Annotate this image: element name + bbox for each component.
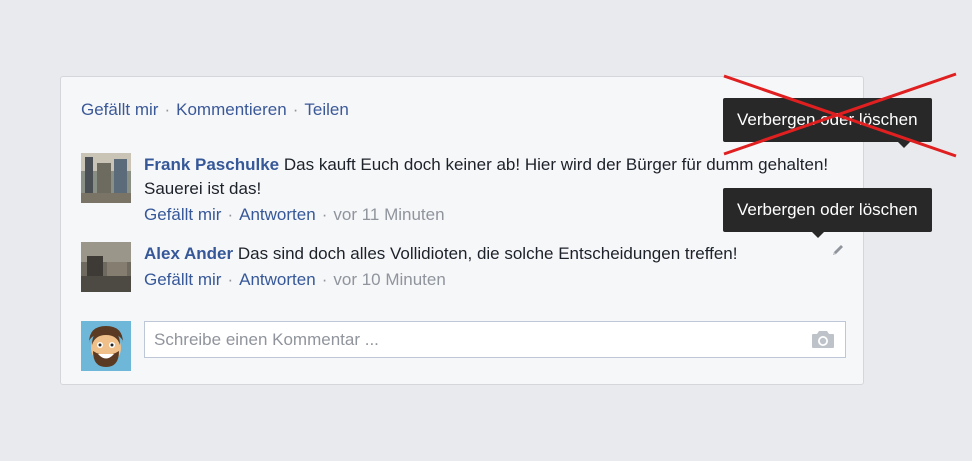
comment-text: Alex Ander Das sind doch alles Vollidiot… [144, 242, 829, 266]
comment-post-link[interactable]: Kommentieren [176, 100, 287, 119]
comment-author[interactable]: Alex Ander [144, 244, 233, 263]
comment-input[interactable] [154, 322, 794, 357]
comment-body: Das sind doch alles Vollidioten, die sol… [237, 244, 738, 263]
comment-meta: Gefällt mir · Antworten · vor 10 Minuten [144, 270, 446, 290]
tooltip-arrow [811, 232, 824, 238]
post-actions: Gefällt mir · Kommentieren · Teilen [81, 100, 349, 120]
separator: · [321, 270, 328, 289]
comment-author[interactable]: Frank Paschulke [144, 155, 279, 174]
avatar[interactable] [81, 242, 131, 292]
reply-link[interactable]: Antworten [239, 205, 316, 224]
comment-timestamp: vor 11 Minuten [333, 205, 445, 224]
like-post-link[interactable]: Gefällt mir [81, 100, 158, 119]
camera-icon[interactable] [811, 329, 835, 349]
comment-timestamp: vor 10 Minuten [333, 270, 446, 289]
tooltip-text: Verbergen oder löschen [737, 200, 918, 219]
reply-link[interactable]: Antworten [239, 270, 316, 289]
avatar [81, 321, 131, 371]
separator: · [321, 205, 328, 224]
separator: · [292, 100, 299, 119]
tooltip-hide-delete-crossed: Verbergen oder löschen [723, 98, 932, 148]
avatar[interactable] [81, 153, 131, 203]
comment-input-box[interactable] [144, 321, 846, 358]
pencil-icon[interactable] [831, 243, 845, 257]
separator: · [227, 205, 234, 224]
tooltip-arrow [897, 142, 910, 148]
like-comment-link[interactable]: Gefällt mir [144, 205, 221, 224]
tooltip-hide-delete: Verbergen oder löschen [723, 188, 932, 238]
separator: · [164, 100, 171, 119]
like-comment-link[interactable]: Gefällt mir [144, 270, 221, 289]
comment-meta: Gefällt mir · Antworten · vor 11 Minuten [144, 205, 445, 225]
share-post-link[interactable]: Teilen [304, 100, 348, 119]
separator: · [227, 270, 234, 289]
tooltip-text: Verbergen oder löschen [737, 110, 918, 129]
